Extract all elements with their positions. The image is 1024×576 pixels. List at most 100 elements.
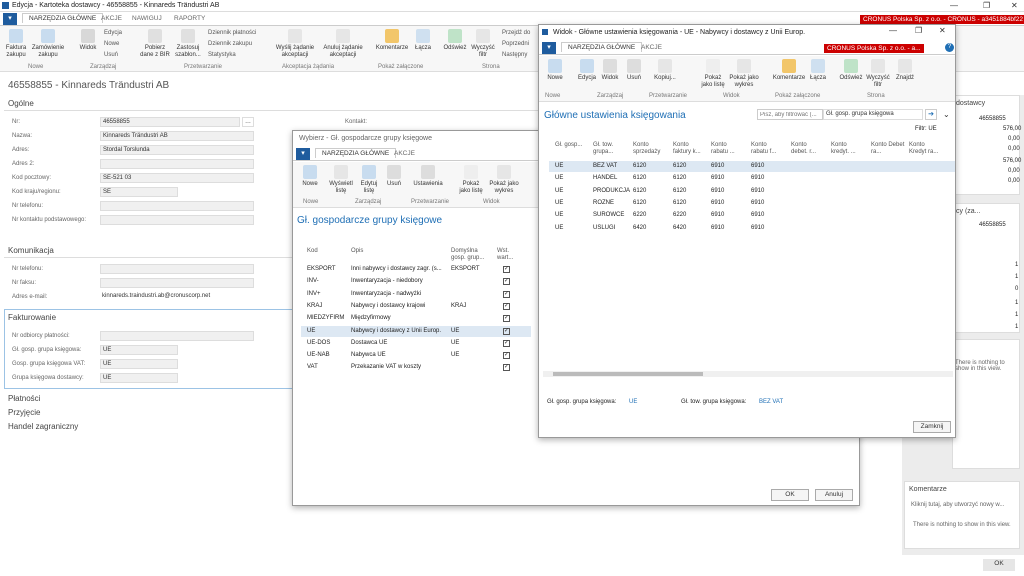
checkbox[interactable]: ✓ [503, 339, 510, 347]
search-input[interactable] [757, 109, 823, 120]
table-cell[interactable]: 6910 [751, 175, 764, 181]
find-button[interactable]: Znajdź [893, 59, 917, 82]
tab-reports[interactable]: RAPORTY [174, 15, 205, 22]
table-row[interactable] [301, 350, 531, 361]
statistics-link[interactable]: Statystyka [208, 52, 236, 58]
column-header[interactable]: Konto rabatu f... [751, 142, 785, 156]
section-general[interactable]: Ogólne [8, 99, 34, 108]
stat-value[interactable]: 0,00 [1008, 178, 1020, 184]
history-count[interactable]: 1 [1015, 262, 1018, 268]
table-cell[interactable]: UE [451, 340, 459, 346]
checkbox[interactable]: ✓ [503, 278, 510, 286]
section-invoicing[interactable]: Fakturowanie [8, 313, 56, 322]
table-cell[interactable]: 6910 [711, 188, 724, 194]
send-approval-button[interactable]: Wyślij żądanie akceptacji [272, 29, 318, 59]
delete-small-button[interactable]: Usuń [104, 52, 118, 58]
links-button[interactable]: Łącza [807, 59, 829, 82]
purchase-order-button[interactable]: Zamówienie zakupu [30, 29, 66, 59]
main-ok-button[interactable]: OK [983, 559, 1015, 571]
delete-button[interactable]: Usuń [383, 165, 405, 188]
table-cell[interactable]: ROZNE [593, 200, 614, 206]
table-cell[interactable]: 6910 [711, 225, 724, 231]
stat-value[interactable]: 576,00 [1003, 126, 1021, 132]
table-cell[interactable]: USLUGI [593, 225, 615, 231]
table-cell[interactable]: UE [307, 328, 315, 334]
col-desc[interactable]: Opis [351, 248, 363, 255]
history-no[interactable]: 46558855 [979, 222, 1006, 228]
close-button[interactable]: Zamknij [913, 421, 951, 433]
table-cell[interactable]: INV+ [307, 291, 321, 297]
view-button[interactable]: Widok [599, 59, 621, 82]
table-cell[interactable]: 6910 [711, 200, 724, 206]
table-cell[interactable]: Przekazanie VAT w koszty [351, 364, 421, 370]
table-cell[interactable]: Inwentaryzacja - nadwyżki [351, 291, 421, 297]
table-cell[interactable]: Międzyfirmowy [351, 315, 391, 321]
comments-button[interactable]: Komentarze [771, 59, 807, 82]
tab-navigate[interactable]: NAWIGUJ [132, 15, 162, 22]
comments-hint[interactable]: Kliknij tutaj, aby utworzyć nowy w... [911, 502, 1004, 508]
vendor-posting-field[interactable]: UE [100, 373, 178, 383]
column-header[interactable]: Konto kredyt. ... [831, 142, 865, 156]
scrollbar-thumb[interactable] [553, 372, 703, 376]
next-link[interactable]: Następny [502, 52, 527, 58]
table-cell[interactable]: HANDEL [593, 175, 617, 181]
edit-button[interactable]: Edycja [575, 59, 599, 82]
ok-button[interactable]: OK [771, 489, 809, 501]
expand-icon[interactable]: ⌄ [943, 110, 950, 119]
section-foreign-trade[interactable]: Handel zagraniczny [8, 422, 78, 431]
tab-actions[interactable]: AKCJE [101, 15, 122, 22]
table-cell[interactable]: UE [555, 163, 563, 169]
show-as-chart-button[interactable]: Pokaż jako wykres [487, 165, 521, 195]
dialog-menu-button[interactable]: ▾ [542, 42, 556, 54]
section-receiving[interactable]: Przyjęcie [8, 408, 40, 417]
contact-no-field[interactable] [100, 215, 254, 225]
table-cell[interactable]: 6120 [633, 175, 646, 181]
dialog-tab-actions[interactable]: AKCJE [394, 150, 415, 157]
checkbox[interactable]: ✓ [503, 327, 510, 335]
edit-list-button[interactable]: Edytuj listę [357, 165, 381, 195]
table-cell[interactable]: Inni nabywcy i dostawcy zagr. (s... [351, 266, 442, 272]
table-cell[interactable]: 6120 [633, 200, 646, 206]
checkbox[interactable]: ✓ [503, 315, 510, 323]
history-count[interactable]: 1 [1015, 324, 1018, 330]
column-header[interactable]: Konto sprzedaży [633, 142, 667, 156]
search-go-icon[interactable]: ➔ [925, 109, 937, 120]
table-row[interactable] [301, 338, 531, 349]
col-default[interactable]: Domyślna gosp. grup... [451, 248, 491, 262]
cancel-approval-button[interactable]: Anuluj żądanie akceptacji [320, 29, 366, 59]
table-cell[interactable]: 6120 [633, 188, 646, 194]
apply-template-button[interactable]: Zastosuj szablon... [172, 29, 204, 59]
goto-link[interactable]: Przejdź do [502, 30, 530, 36]
no-field[interactable]: 46558855 [100, 117, 240, 127]
dialog-tab-home[interactable]: NARZĘDZIA GŁÓWNE [561, 42, 643, 52]
view-button[interactable]: Widok [75, 29, 101, 52]
comments-button[interactable]: Komentarze [372, 29, 412, 52]
fax-field[interactable] [100, 278, 254, 288]
table-cell[interactable]: 6910 [711, 163, 724, 169]
table-cell[interactable]: VAT [307, 364, 318, 370]
footer-value-prod[interactable]: BEZ VAT [759, 399, 783, 405]
horizontal-scrollbar[interactable] [543, 371, 953, 377]
edit-small-button[interactable]: Edycja [104, 30, 122, 36]
checkbox[interactable]: ✓ [503, 290, 510, 298]
comm-phone-field[interactable] [100, 264, 254, 274]
get-bir-button[interactable]: Pobierz dane z BIR [138, 29, 172, 59]
history-count[interactable]: 1 [1015, 274, 1018, 280]
table-cell[interactable]: UE-NAB [307, 352, 330, 358]
purchase-journal-link[interactable]: Dziennik zakupu [208, 41, 252, 47]
footer-value-bus[interactable]: UE [629, 399, 637, 405]
help-icon[interactable]: ? [945, 43, 954, 52]
table-cell[interactable]: 6120 [673, 200, 686, 206]
table-cell[interactable]: Nabywcy i dostawcy krajowi [351, 303, 425, 309]
history-count[interactable]: 1 [1015, 300, 1018, 306]
payto-field[interactable] [100, 331, 254, 341]
table-cell[interactable]: EKSPORT [307, 266, 336, 272]
previous-link[interactable]: Poprzedni [502, 41, 529, 47]
table-cell[interactable]: 6420 [673, 225, 686, 231]
column-header[interactable]: Konto faktury k... [673, 142, 707, 156]
table-cell[interactable]: Nabywca UE [351, 352, 386, 358]
vat-bus-posting-field[interactable]: UE [100, 359, 178, 369]
table-cell[interactable]: 6910 [751, 212, 764, 218]
table-cell[interactable]: UE [555, 200, 563, 206]
col-autoinsert[interactable]: Wst. wart... [497, 248, 523, 262]
